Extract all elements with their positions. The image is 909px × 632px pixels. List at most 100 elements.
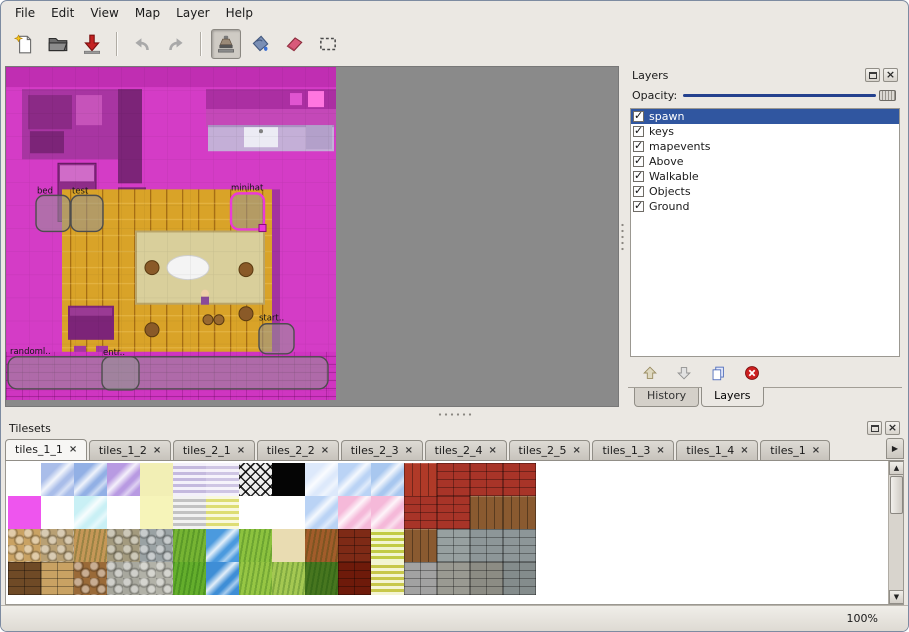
tileset-tile[interactable] [371,463,404,496]
delete-layer-button[interactable] [740,361,764,385]
tileset-tile[interactable] [437,529,470,562]
tileset-tab-tiles_1_4[interactable]: tiles_1_4 [676,440,758,460]
tileset-tile[interactable] [239,529,272,562]
tileset-tile[interactable] [437,463,470,496]
tab-close-icon[interactable] [740,446,750,456]
tileset-tile[interactable] [470,496,503,529]
tileset-tile[interactable] [305,562,338,595]
tileset-tile[interactable] [239,463,272,496]
tileset-tile[interactable] [470,529,503,562]
tab-close-icon[interactable] [237,446,247,456]
tileset-tile[interactable] [206,529,239,562]
tilesets-close-button[interactable] [885,421,900,435]
tileset-tile[interactable] [470,463,503,496]
tileset-tile[interactable] [371,562,404,595]
layer-visibility-checkbox[interactable] [633,111,644,122]
lower-layer-button[interactable] [672,361,696,385]
open-map-button[interactable] [43,29,73,59]
tileset-tile[interactable] [272,496,305,529]
map-object-minihat[interactable]: minihat [231,183,266,231]
tileset-tile[interactable] [41,529,74,562]
layer-row-keys[interactable]: keys [631,124,899,139]
tileset-tab-tiles_1_3[interactable]: tiles_1_3 [592,440,674,460]
tileset-tile[interactable] [503,529,536,562]
tileset-tile[interactable] [107,529,140,562]
tileset-tile[interactable] [173,529,206,562]
layer-row-ground[interactable]: Ground [631,199,899,214]
menu-file[interactable]: File [7,3,43,23]
tileset-tile[interactable] [173,496,206,529]
bucket-fill-button[interactable] [245,29,275,59]
layer-row-walkable[interactable]: Walkable [631,169,899,184]
tileset-tile[interactable] [437,496,470,529]
tab-close-icon[interactable] [489,446,499,456]
tileset-tile[interactable] [272,463,305,496]
tileset-tile[interactable] [41,463,74,496]
raise-layer-button[interactable] [638,361,662,385]
tileset-tab-tiles_2_1[interactable]: tiles_2_1 [173,440,255,460]
tileset-tile[interactable] [305,463,338,496]
tileset-tile[interactable] [305,529,338,562]
tileset-tile[interactable] [74,496,107,529]
tileset-tile[interactable] [41,496,74,529]
tileset-tile[interactable] [206,463,239,496]
tileset-tab-tiles_2_3[interactable]: tiles_2_3 [341,440,423,460]
layer-visibility-checkbox[interactable] [633,171,644,182]
tileset-tile[interactable] [338,562,371,595]
tileset-tile[interactable] [8,562,41,595]
layers-panel-titlebar[interactable]: Layers [628,66,902,84]
menu-view[interactable]: View [82,3,126,23]
tileset-view[interactable]: ▲ ▼ [5,461,904,605]
tilesets-panel-titlebar[interactable]: Tilesets [5,419,904,437]
layer-row-objects[interactable]: Objects [631,184,899,199]
tab-scroll-right-button[interactable]: ▶ [886,438,904,459]
tileset-tile[interactable] [404,529,437,562]
tileset-tile[interactable] [107,496,140,529]
menu-edit[interactable]: Edit [43,3,82,23]
duplicate-layer-button[interactable] [706,361,730,385]
tileset-tile[interactable] [503,562,536,595]
tileset-tile[interactable] [206,496,239,529]
opacity-slider-handle[interactable] [879,90,896,101]
layer-row-above[interactable]: Above [631,154,899,169]
tileset-tab-overflow[interactable]: tiles_1 [760,440,829,460]
tileset-tile[interactable] [404,562,437,595]
tileset-tile[interactable] [404,463,437,496]
tileset-tile[interactable] [8,529,41,562]
tileset-tile[interactable] [272,529,305,562]
tileset-tile[interactable] [140,529,173,562]
tab-close-icon[interactable] [405,446,415,456]
new-map-button[interactable] [9,29,39,59]
layers-float-button[interactable] [865,68,880,82]
menu-layer[interactable]: Layer [168,3,217,23]
tileset-tile[interactable] [371,529,404,562]
tab-close-icon[interactable] [321,446,331,456]
map-canvas[interactable]: bed test minihat start.. randoml. [6,67,618,406]
vertical-splitter[interactable] [619,66,626,407]
tileset-tile[interactable] [404,496,437,529]
tileset-tab-tiles_2_5[interactable]: tiles_2_5 [509,440,591,460]
scrollbar-thumb[interactable] [890,476,903,514]
tileset-tile[interactable] [140,463,173,496]
opacity-slider[interactable] [683,88,898,102]
tileset-tile[interactable] [239,496,272,529]
layer-visibility-checkbox[interactable] [633,201,644,212]
undo-button[interactable] [127,29,157,59]
horizontal-splitter[interactable] [1,410,908,419]
layer-visibility-checkbox[interactable] [633,126,644,137]
tab-close-icon[interactable] [572,446,582,456]
scroll-down-button[interactable]: ▼ [889,590,904,604]
redo-button[interactable] [161,29,191,59]
layer-visibility-checkbox[interactable] [633,186,644,197]
tileset-tile[interactable] [338,496,371,529]
tileset-tile[interactable] [206,562,239,595]
tab-close-icon[interactable] [153,446,163,456]
tileset-scrollbar[interactable]: ▲ ▼ [888,461,903,604]
tab-close-icon[interactable] [812,446,822,456]
tileset-tile[interactable] [74,529,107,562]
tileset-tile[interactable] [74,463,107,496]
tileset-tile[interactable] [41,562,74,595]
tileset-tile[interactable] [272,562,305,595]
tilesets-float-button[interactable] [867,421,882,435]
layer-row-mapevents[interactable]: mapevents [631,139,899,154]
